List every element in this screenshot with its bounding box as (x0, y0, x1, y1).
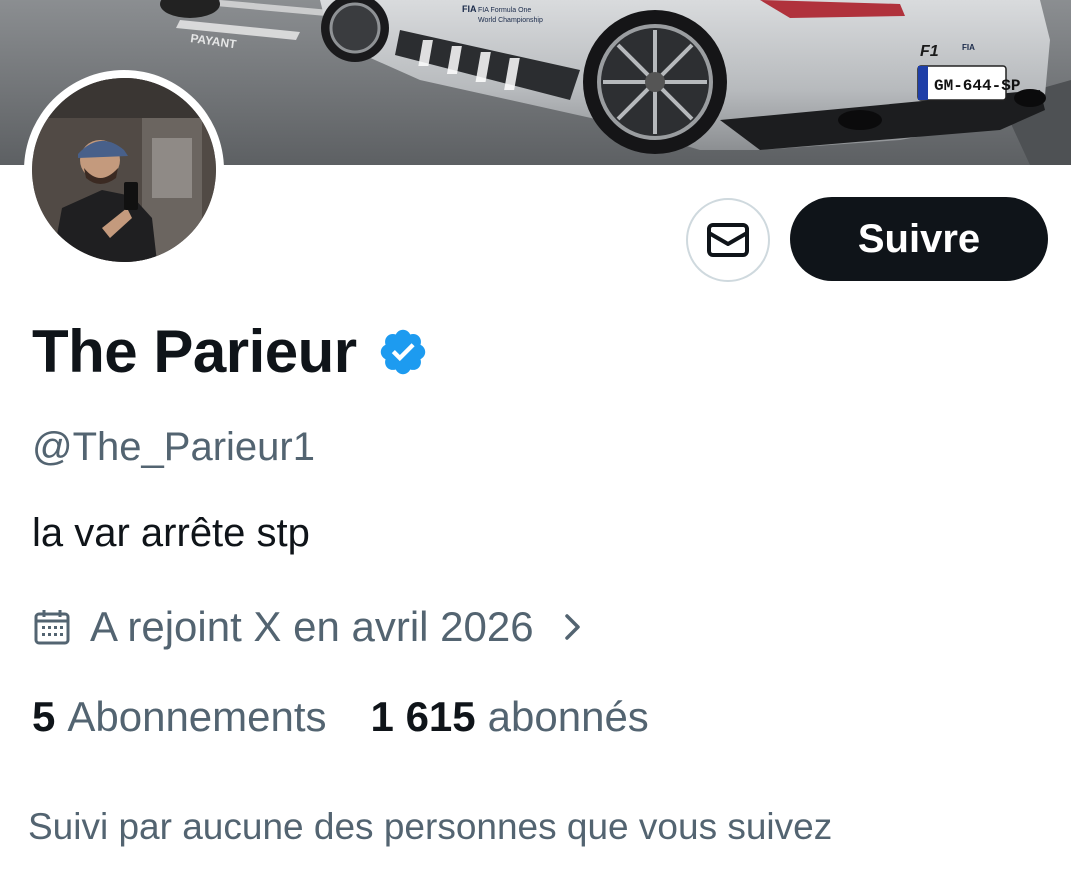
user-handle: @The_Parieur1 (32, 425, 315, 469)
mail-icon (707, 223, 749, 257)
followed-by-text: Suivi par aucune des personnes que vous … (28, 806, 833, 847)
avatar-photo (32, 78, 216, 262)
following-link[interactable]: 5 Abonnements (32, 693, 327, 741)
banner-fia-text-2: World Championship (478, 17, 543, 24)
display-name: The Parieur (32, 318, 357, 385)
joined-date-text: A rejoint X en avril 2026 (90, 603, 534, 650)
license-plate-text: GM-644-SP (934, 77, 1020, 95)
joined-date-row[interactable]: A rejoint X en avril 2026 (32, 600, 588, 654)
follow-button[interactable]: Suivre (790, 197, 1048, 281)
name-row: The Parieur (32, 316, 429, 388)
followers-link[interactable]: 1 615 abonnés (371, 693, 649, 741)
svg-text:F1: F1 (920, 43, 939, 60)
followers-count: 1 615 (370, 693, 476, 740)
svg-text:FIA: FIA (462, 4, 477, 14)
chevron-right-icon (564, 614, 580, 640)
following-count: 5 (32, 693, 56, 740)
calendar-icon (34, 610, 70, 645)
profile-bio: la var arrête stp (32, 511, 310, 555)
svg-text:FIA: FIA (962, 43, 975, 52)
following-label: Abonnements (67, 693, 327, 740)
message-button[interactable] (686, 198, 770, 282)
follow-stats: 5 Abonnements 1 615 abonnés (32, 690, 649, 744)
avatar[interactable] (24, 70, 224, 270)
banner-fia-text-1: FIA Formula One (478, 7, 531, 14)
followers-label: abonnés (487, 693, 649, 740)
verified-badge-icon[interactable] (377, 326, 429, 378)
